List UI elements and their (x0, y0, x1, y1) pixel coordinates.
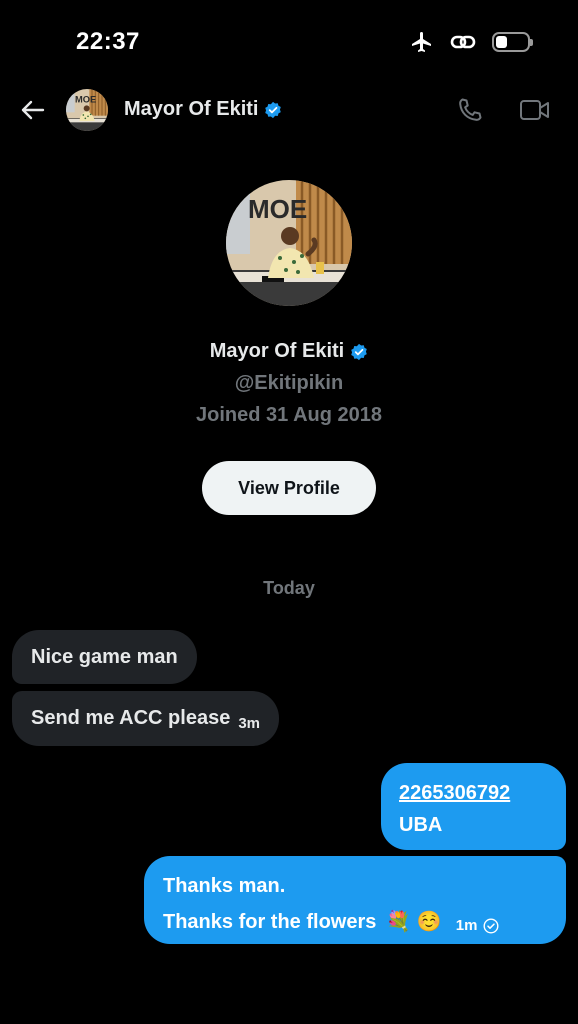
link-icon (450, 35, 476, 49)
status-bar: 22:37 (0, 0, 578, 88)
date-divider: Today (263, 578, 315, 598)
profile-handle: @Ekitipikin (234, 372, 344, 394)
status-icons (410, 30, 533, 54)
outgoing-message[interactable]: 2265306792 UBA (381, 763, 566, 850)
sent-check-icon (483, 918, 499, 934)
verified-badge-icon (351, 343, 368, 360)
video-icon[interactable] (519, 96, 551, 124)
outgoing-message[interactable]: Thanks man. Thanks for the flowers 💐 ☺️ … (144, 856, 566, 944)
message-meta: 1m (456, 910, 500, 942)
incoming-message[interactable]: Nice game man (12, 630, 197, 684)
profile-photo: MOE (226, 180, 352, 306)
view-profile-button[interactable]: View Profile (202, 461, 376, 515)
battery-icon (492, 32, 533, 52)
message-line-2: Thanks for the flowers (163, 911, 377, 933)
profile-joined-date: Joined 31 Aug 2018 (196, 404, 382, 426)
message-text: Send me ACC please (31, 707, 231, 729)
profile-logo-text: MOE (248, 194, 307, 224)
message-text: Nice game man (31, 645, 178, 668)
status-time: 22:37 (76, 28, 140, 55)
message-emojis: 💐 ☺️ (386, 911, 442, 933)
header-name: Mayor Of Ekiti (124, 98, 259, 120)
battery-level (496, 36, 507, 48)
message-time: 1m (455, 917, 478, 934)
header-avatar[interactable]: MOE (66, 89, 108, 131)
avatar-photo: MOE (66, 89, 108, 131)
message-line-1: Thanks man. (163, 875, 286, 897)
account-number-link[interactable]: 2265306792 (399, 777, 548, 809)
back-arrow-icon[interactable] (18, 96, 46, 124)
conversation-header: MOE Mayor Of Ekiti (0, 84, 578, 138)
profile-avatar[interactable]: MOE (226, 180, 352, 306)
header-title[interactable]: Mayor Of Ekiti (124, 98, 282, 121)
message-line-2-row: Thanks for the flowers 💐 ☺️ 1m (163, 902, 548, 942)
airplane-icon (412, 32, 431, 52)
phone-icon[interactable] (456, 96, 484, 124)
message-time: 3m (238, 715, 261, 732)
verified-badge-icon (265, 101, 282, 118)
bank-name: UBA (399, 814, 443, 836)
profile-name-row: Mayor Of Ekiti (0, 340, 578, 363)
incoming-message[interactable]: Send me ACC please 3m (12, 691, 280, 746)
profile-name: Mayor Of Ekiti (209, 340, 345, 362)
avatar-logo-text: MOE (75, 94, 96, 104)
